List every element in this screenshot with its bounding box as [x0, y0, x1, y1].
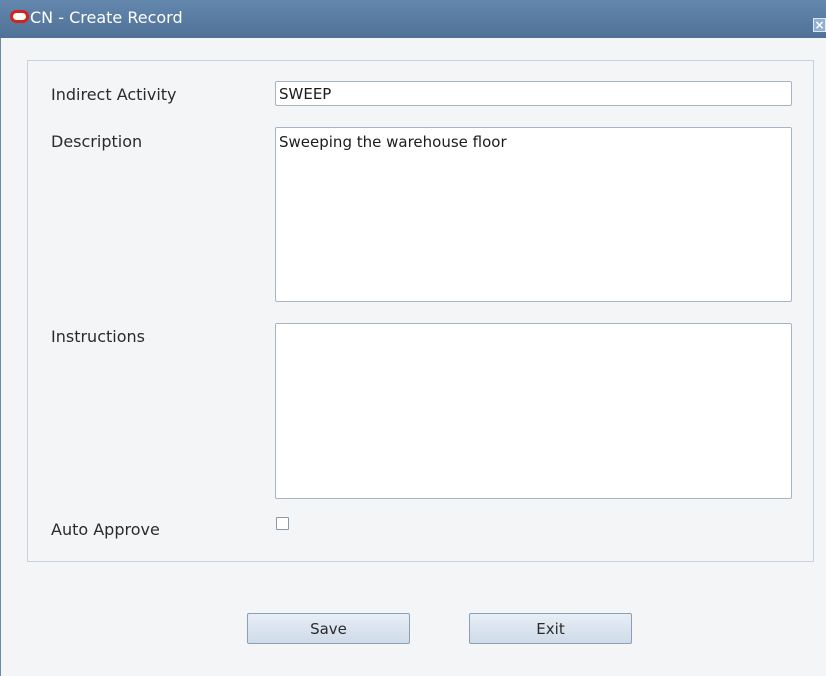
close-icon[interactable]: ×	[813, 18, 826, 32]
description-label: Description	[51, 132, 143, 151]
window-border	[0, 38, 1, 676]
exit-button[interactable]: Exit	[469, 613, 632, 644]
instructions-textarea[interactable]	[275, 323, 792, 499]
auto-approve-label: Auto Approve	[51, 520, 160, 539]
auto-approve-checkbox[interactable]	[276, 517, 289, 530]
create-record-window: CN - Create Record × Indirect Activity D…	[0, 0, 826, 676]
instructions-label: Instructions	[51, 327, 145, 346]
description-textarea[interactable]: Sweeping the warehouse floor	[275, 127, 792, 302]
indirect-activity-input[interactable]	[275, 81, 792, 106]
window-title: CN - Create Record	[30, 8, 183, 27]
oracle-logo-icon	[10, 10, 29, 23]
title-bar[interactable]: CN - Create Record ×	[0, 0, 826, 38]
indirect-activity-label: Indirect Activity	[51, 85, 177, 104]
save-button[interactable]: Save	[247, 613, 410, 644]
